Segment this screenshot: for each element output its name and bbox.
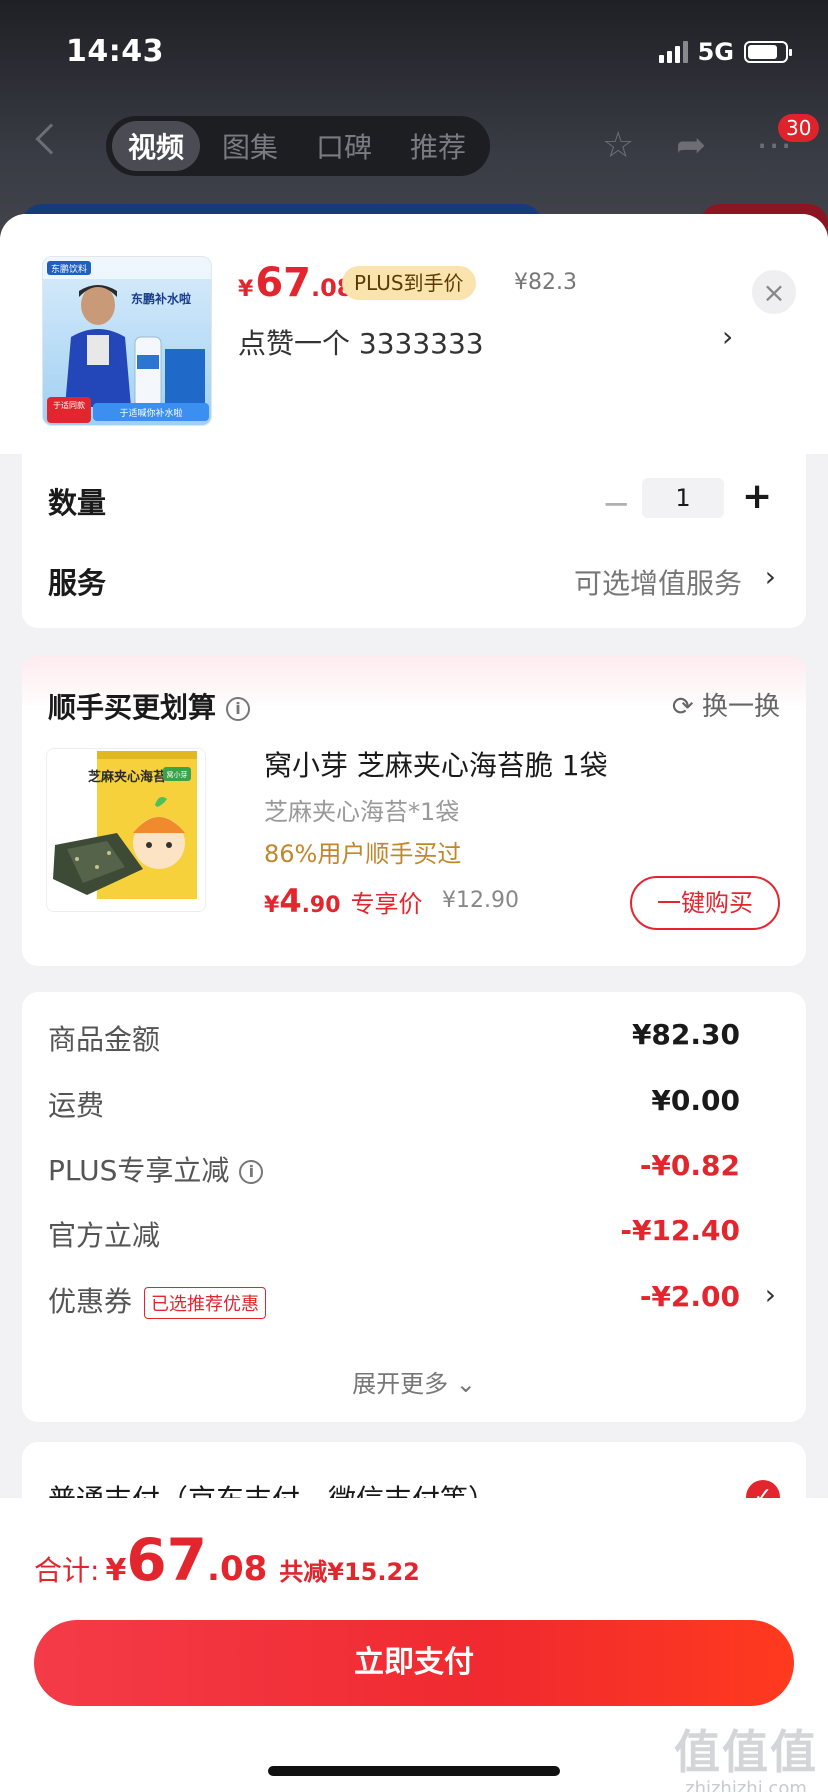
svg-text:窝小芽: 窝小芽 <box>167 770 188 779</box>
coupon-tag: 已选推荐优惠 <box>144 1287 267 1319</box>
status-time: 14:43 <box>66 34 164 69</box>
battery-icon <box>744 41 792 63</box>
chevron-right-icon[interactable]: › <box>765 560 776 593</box>
chevron-right-icon[interactable]: › <box>765 1278 776 1311</box>
tab-recommend[interactable]: 推荐 <box>394 121 482 171</box>
recommend-card: 顺手买更划算 i ⟳ 换一换 芝麻夹心海苔 窝小芽 窝小芽 芝麻夹心海苔脆 1袋 … <box>22 656 806 966</box>
total-savings: 共减¥15.22 <box>279 1558 420 1586</box>
recommend-product-image[interactable]: 芝麻夹心海苔 窝小芽 <box>46 748 206 912</box>
bottom-bar: 合计: ¥ 67 .08 共减¥15.22 立即支付 值值值 zhizhizhi… <box>0 1498 828 1792</box>
home-indicator <box>268 1766 560 1776</box>
info-icon[interactable]: i <box>226 697 251 721</box>
plus-button[interactable]: + <box>742 476 772 517</box>
recommend-spec: 芝麻夹心海苔*1袋 <box>264 798 460 826</box>
svg-text:芝麻夹心海苔: 芝麻夹心海苔 <box>88 769 166 785</box>
coupon-value[interactable]: -¥2.00 <box>640 1280 740 1313</box>
expand-more-button[interactable]: 展开更多 ⌄ <box>22 1364 806 1399</box>
shipping-label: 运费 <box>48 1089 105 1122</box>
svg-text:于适喊你补水啦: 于适喊你补水啦 <box>119 407 182 419</box>
network-type: 5G <box>697 38 734 66</box>
close-button[interactable]: × <box>752 270 796 314</box>
tab-reviews[interactable]: 口碑 <box>300 121 388 171</box>
quantity-label: 数量 <box>48 486 107 520</box>
official-discount-value: -¥12.40 <box>620 1214 740 1247</box>
coupon-label[interactable]: 优惠券 已选推荐优惠 <box>48 1280 267 1320</box>
amount-card: 商品金额 ¥82.30 运费 ¥0.00 PLUS专享立减 i -¥0.82 官方… <box>22 992 806 1422</box>
recommend-name[interactable]: 窝小芽 芝麻夹心海苔脆 1袋 <box>264 744 608 784</box>
chevron-down-icon: ⌄ <box>455 1370 476 1398</box>
svg-text:于适同款: 于适同款 <box>53 400 85 410</box>
product-price: ¥ 67 .08 <box>238 260 354 306</box>
original-price: ¥82.3 <box>514 270 577 295</box>
total-amount: 合计: ¥ 67 .08 共减¥15.22 <box>34 1526 420 1594</box>
tab-video[interactable]: 视频 <box>112 121 201 171</box>
official-discount-label: 官方立减 <box>48 1219 161 1252</box>
swap-button[interactable]: ⟳ 换一换 <box>672 686 780 723</box>
plus-price-tag: PLUS到手价 <box>342 266 476 300</box>
recommend-original-price: ¥12.90 <box>442 888 519 913</box>
quantity-service-card: 数量 − 1 + 服务 可选增值服务 › <box>22 454 806 628</box>
quantity-stepper[interactable]: 1 <box>642 478 724 518</box>
svg-text:东鹏饮料: 东鹏饮料 <box>51 263 87 275</box>
variant-selector[interactable]: 点赞一个 3333333 <box>238 322 484 362</box>
svg-text:东鹏补水啦: 东鹏补水啦 <box>131 291 191 306</box>
status-bar: 14:43 5G <box>66 28 792 78</box>
star-icon[interactable]: ☆ <box>602 128 634 164</box>
plus-discount-value: -¥0.82 <box>639 1149 740 1182</box>
chevron-right-icon[interactable]: › <box>722 320 733 353</box>
pay-now-button[interactable]: 立即支付 <box>34 1620 794 1706</box>
close-icon: × <box>762 275 786 309</box>
status-icons: 5G <box>658 38 792 66</box>
recommend-percent: 86%用户顺手买过 <box>264 840 462 868</box>
info-icon[interactable]: i <box>239 1160 264 1184</box>
shipping-value: ¥0.00 <box>651 1084 740 1117</box>
plus-discount-label: PLUS专享立减 i <box>48 1149 264 1189</box>
tab-gallery[interactable]: 图集 <box>206 121 294 171</box>
product-header: 东鹏饮料 东鹏补水啦 于适同款 于适喊你补水啦 ¥ 67 .08 PLUS到手价… <box>0 214 828 454</box>
media-tabs: 视频 图集 口碑 推荐 <box>106 116 490 176</box>
recommend-price: ¥ 4 .90 专享价 <box>264 882 423 920</box>
service-label: 服务 <box>48 566 107 600</box>
service-value[interactable]: 可选增值服务 <box>574 562 742 602</box>
goods-amount-label: 商品金额 <box>48 1023 161 1056</box>
refresh-icon: ⟳ <box>671 692 694 722</box>
message-badge: 30 <box>778 114 820 142</box>
signal-icon <box>658 41 688 63</box>
minus-button[interactable]: − <box>602 484 631 524</box>
watermark-logo: 值值值 zhizhizhi.com <box>674 1725 818 1792</box>
recommend-title: 顺手买更划算 i <box>48 686 251 726</box>
one-click-buy-button[interactable]: 一键购买 <box>630 876 780 930</box>
goods-amount-value: ¥82.30 <box>631 1018 740 1051</box>
product-thumbnail[interactable]: 东鹏饮料 东鹏补水啦 于适同款 于适喊你补水啦 <box>42 256 212 426</box>
share-icon[interactable]: ➦ <box>676 128 706 164</box>
